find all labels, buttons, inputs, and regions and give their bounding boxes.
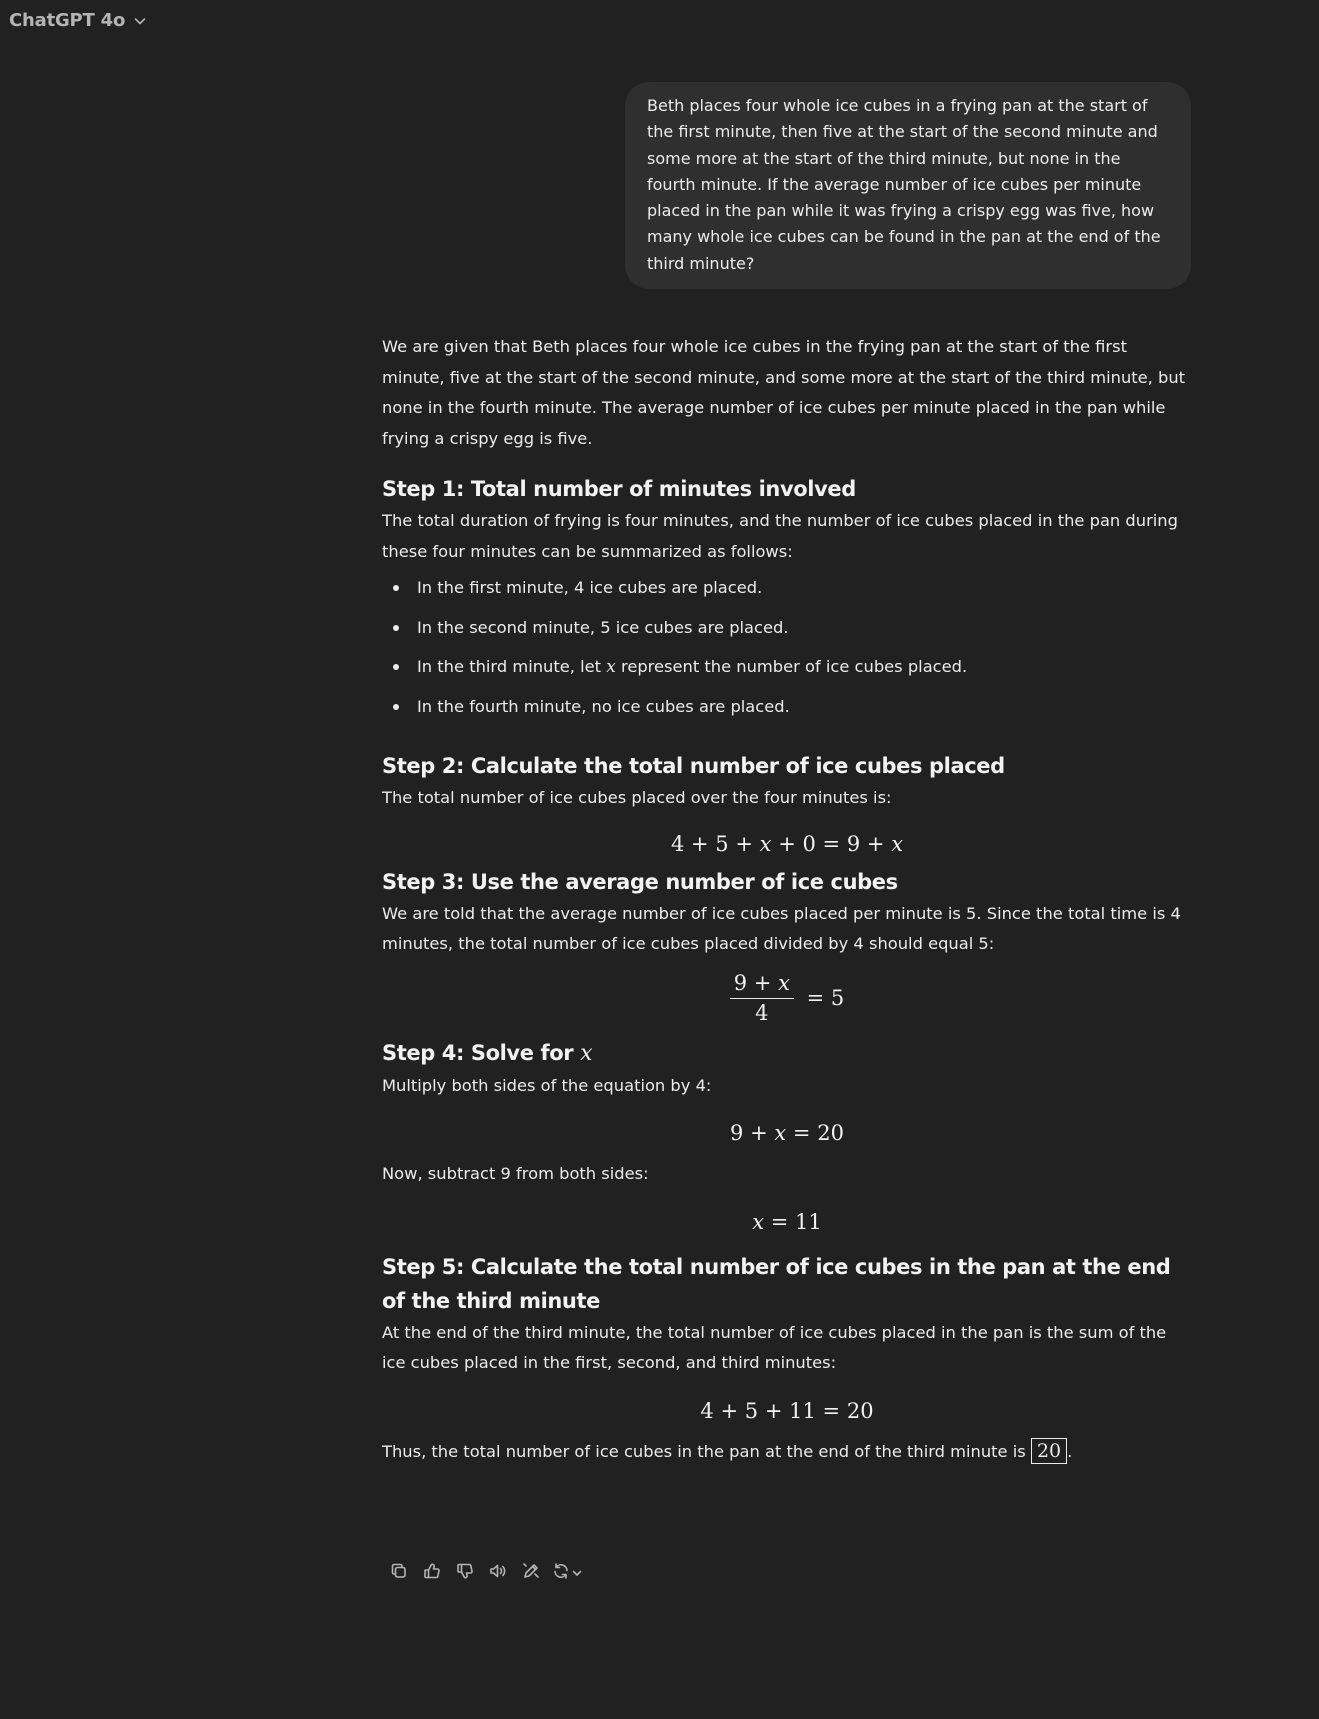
list-item: In the second minute, 5 ice cubes are pl…: [382, 613, 1192, 653]
step3-heading: Step 3: Use the average number of ice cu…: [382, 869, 898, 894]
conclusion: Thus, the total number of ice cubes in t…: [382, 1437, 1073, 1464]
regenerate-button[interactable]: [547, 1560, 587, 1586]
step5-text: At the end of the third minute, the tota…: [382, 1322, 1167, 1373]
thumbs-down-icon: [455, 1561, 475, 1585]
copy-icon: [389, 1561, 409, 1585]
edit-in-canvas-button[interactable]: [514, 1560, 547, 1586]
list-item: In the third minute, let x represent the…: [382, 652, 1192, 692]
step2-text: The total number of ice cubes placed ove…: [382, 788, 892, 807]
read-aloud-button[interactable]: [481, 1560, 514, 1586]
step4-equation-1: 9 + x = 20: [730, 1121, 844, 1145]
message-actions: [382, 1560, 587, 1586]
answer-box: 20: [1030, 1437, 1068, 1464]
bad-response-button[interactable]: [448, 1560, 481, 1586]
user-message-bubble: Beth places four whole ice cubes in a fr…: [625, 82, 1191, 289]
math-variable: x: [606, 657, 616, 677]
edit-in-canvas-icon: [521, 1561, 541, 1585]
step5-equation: 4 + 5 + 11 = 20: [700, 1398, 874, 1423]
copy-button[interactable]: [382, 1560, 415, 1586]
fraction: 9 + x 4: [729, 970, 794, 1027]
list-item: In the first minute, 4 ice cubes are pla…: [382, 573, 1192, 613]
good-response-button[interactable]: [415, 1560, 448, 1586]
chevron-down-icon: [133, 14, 147, 28]
intro-paragraph: We are given that Beth places four whole…: [382, 337, 1186, 448]
step2-heading: Step 2: Calculate the total number of ic…: [382, 754, 1005, 778]
math-variable: x: [580, 1040, 593, 1066]
assistant-message: We are given that Beth places four whole…: [382, 332, 1192, 1467]
step2-equation: 4 + 5 + x + 0 = 9 + x: [670, 831, 904, 856]
step4-text-2: Now, subtract 9 from both sides:: [382, 1164, 649, 1183]
list-item: In the fourth minute, no ice cubes are p…: [382, 692, 1192, 732]
user-message-text: Beth places four whole ice cubes in a fr…: [647, 96, 1161, 273]
model-name: ChatGPT 4o: [9, 10, 126, 31]
step1-list: In the first minute, 4 ice cubes are pla…: [382, 573, 1192, 731]
chevron-down-icon: [571, 1564, 583, 1583]
step4-heading: Step 4: Solve for x: [382, 1040, 593, 1066]
step4-text-1: Multiply both sides of the equation by 4…: [382, 1075, 712, 1095]
step3-equation: 9 + x 4 = 5: [382, 970, 1192, 1028]
model-selector[interactable]: ChatGPT 4o: [9, 10, 147, 31]
step1-heading: Step 1: Total number of minutes involved: [382, 477, 856, 501]
step3-text: We are told that the average number of i…: [382, 903, 1181, 954]
step1-text: The total duration of frying is four min…: [382, 511, 1178, 561]
read-aloud-icon: [488, 1561, 508, 1585]
regenerate-icon: [551, 1561, 571, 1585]
step5-heading: Step 5: Calculate the total number of ic…: [382, 1254, 1171, 1313]
step4-equation-2: x = 11: [752, 1209, 822, 1234]
thumbs-up-icon: [422, 1561, 442, 1585]
